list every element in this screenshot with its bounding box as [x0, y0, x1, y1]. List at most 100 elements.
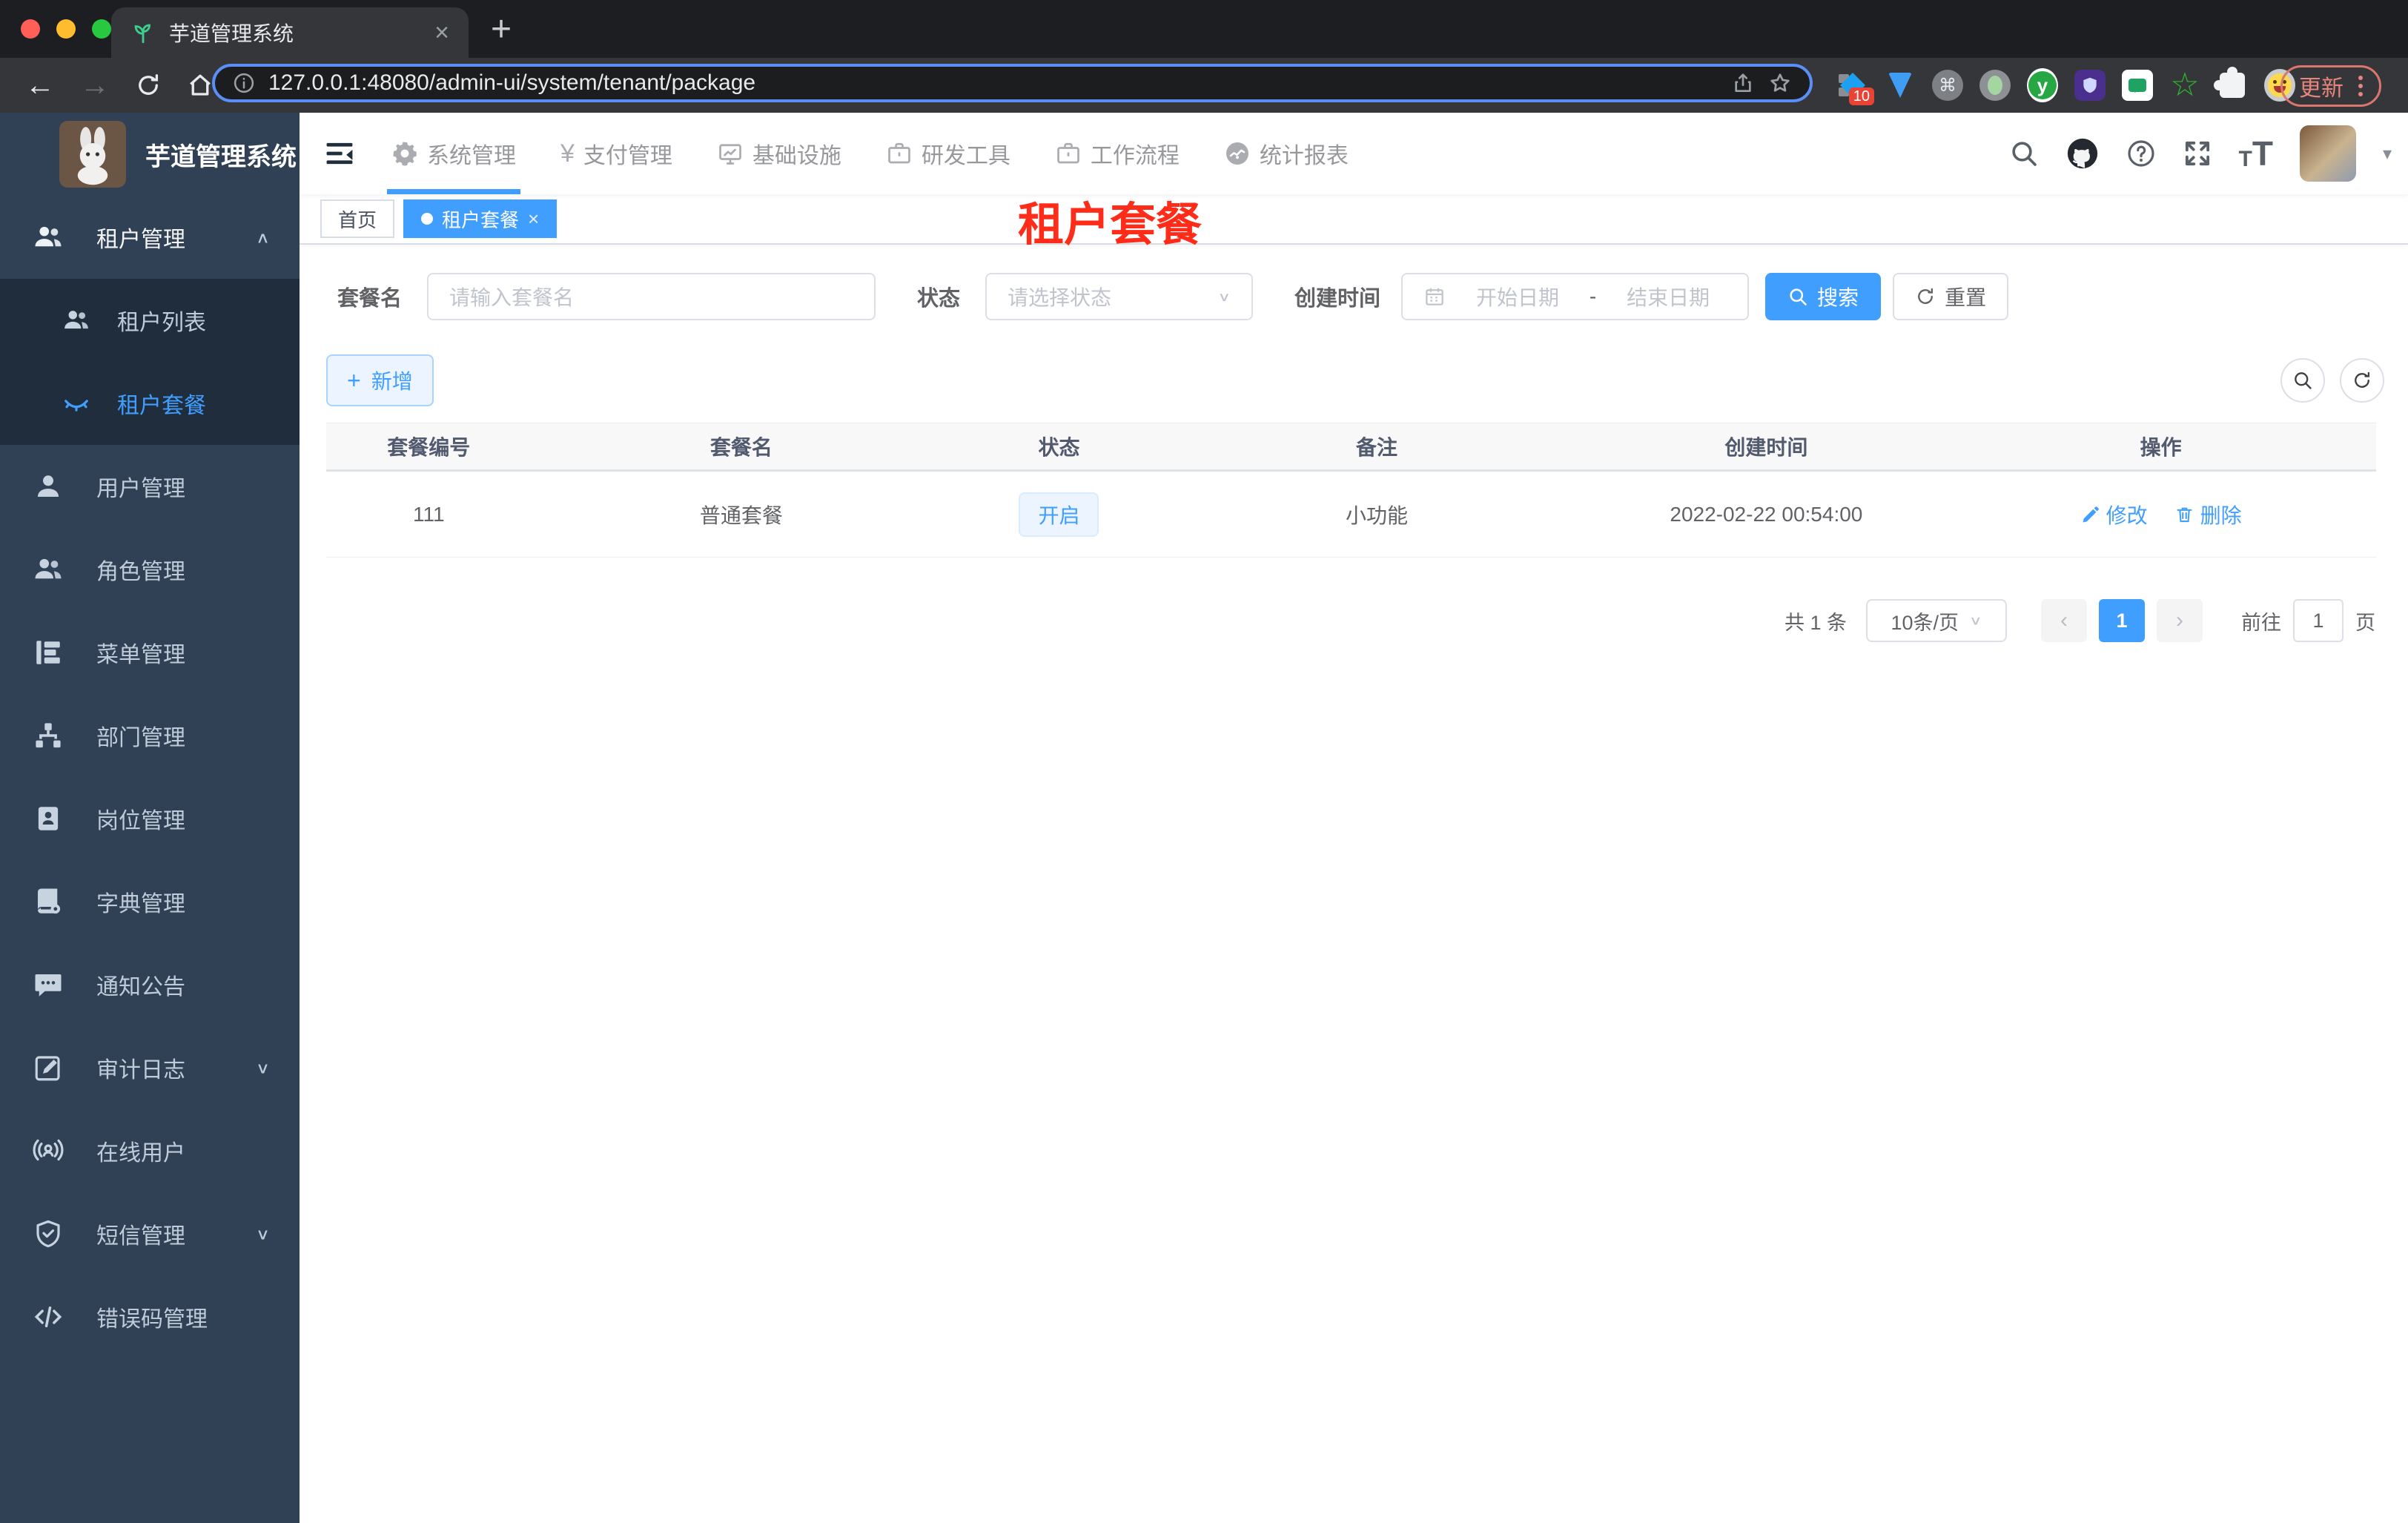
top-nav-dev-tools[interactable]: 研发工具	[886, 113, 1010, 194]
sidebar-item-error-code-management[interactable]: 错误码管理	[0, 1275, 300, 1358]
reset-button-label: 重置	[1945, 286, 1987, 309]
sidebar-item-online-users[interactable]: 在线用户	[0, 1109, 300, 1192]
page-info-icon[interactable]	[233, 72, 255, 94]
briefcase-icon	[1057, 142, 1079, 164]
top-nav: 系统管理 ¥ 支付管理 基础设施 研发工具 工作流程 统计报表	[387, 113, 1349, 194]
browser-tab[interactable]: 芋道管理系统 ×	[111, 7, 469, 58]
browser-menu-dots-icon[interactable]	[2358, 76, 2363, 96]
extension-star-icon[interactable]: ☆	[2169, 69, 2200, 102]
user-avatar[interactable]	[2299, 125, 2356, 182]
tag-home[interactable]: 首页	[320, 199, 395, 238]
sidebar-item-menu-management[interactable]: 菜单管理	[0, 611, 300, 694]
top-nav-label: 统计报表	[1259, 144, 1349, 168]
help-icon[interactable]	[2126, 139, 2156, 168]
tag-close-icon[interactable]: ×	[528, 208, 539, 231]
add-button[interactable]: + 新增	[326, 354, 434, 406]
table-tools	[2280, 358, 2384, 403]
top-nav-statistics-report[interactable]: 统计报表	[1224, 113, 1349, 194]
sidebar-item-sms-management[interactable]: 短信管理 ∨	[0, 1192, 300, 1275]
sidebar-collapse-icon[interactable]	[323, 137, 356, 170]
avatar-dropdown-caret-icon[interactable]: ▾	[2383, 143, 2392, 165]
home-button[interactable]	[187, 72, 214, 99]
edit-link[interactable]: 修改	[2080, 500, 2148, 529]
next-page-button[interactable]: ›	[2157, 599, 2203, 642]
extension-tasks-icon[interactable]: 10	[1837, 70, 1874, 105]
font-size-icon[interactable]: TT	[2239, 136, 2273, 171]
sidebar-item-tenant-management[interactable]: 租户管理 ∧	[0, 196, 300, 279]
search-icon[interactable]	[2009, 139, 2039, 168]
sidebar-item-dictionary-management[interactable]: 字典管理	[0, 860, 300, 943]
back-button[interactable]: ←	[25, 70, 55, 100]
fullscreen-icon[interactable]	[2183, 139, 2212, 168]
sidebar-item-tenant-list[interactable]: 租户列表	[0, 279, 300, 362]
top-nav-payment-management[interactable]: ¥ 支付管理	[560, 113, 672, 194]
post-badge-icon	[38, 807, 59, 830]
sidebar-item-label: 用户管理	[96, 477, 185, 501]
new-tab-button[interactable]: +	[491, 12, 512, 47]
forward-button[interactable]: →	[80, 70, 110, 100]
col-header-actions: 操作	[2140, 436, 2182, 459]
sidebar-item-post-management[interactable]: 岗位管理	[0, 777, 300, 860]
start-date-placeholder[interactable]: 开始日期	[1459, 282, 1576, 311]
status-badge: 开启	[1019, 492, 1099, 537]
share-icon[interactable]	[1731, 71, 1755, 95]
refresh-icon	[1918, 288, 1934, 304]
extension-gem-icon[interactable]	[1885, 70, 1916, 101]
pencil-icon	[2083, 506, 2099, 523]
sidebar-item-department-management[interactable]: 部门管理	[0, 694, 300, 777]
url-bar[interactable]: 127.0.0.1:48080/admin-ui/system/tenant/p…	[212, 64, 1813, 102]
prev-page-button[interactable]: ‹	[2041, 599, 2087, 642]
browser-window: 芋道管理系统 × + ← → 127.0.0.1:48080/admin-ui/…	[0, 0, 2408, 1523]
url-text[interactable]: 127.0.0.1:48080/admin-ui/system/tenant/p…	[268, 70, 1718, 96]
maximize-window-button[interactable]	[92, 19, 111, 39]
end-date-placeholder[interactable]: 结束日期	[1610, 282, 1727, 311]
show-search-button[interactable]	[2280, 358, 2325, 403]
refresh-table-button[interactable]	[2340, 358, 2384, 403]
main-panel: 系统管理 ¥ 支付管理 基础设施 研发工具 工作流程 统计报表 T T ▾ 首页…	[300, 113, 2408, 1523]
minimize-window-button[interactable]	[56, 19, 76, 39]
extension-y-icon[interactable]: y	[2027, 68, 2058, 102]
sidebar-item-notice-announcement[interactable]: 通知公告	[0, 943, 300, 1026]
extension-puzzle-icon[interactable]	[2214, 67, 2248, 101]
package-name-placeholder: 请输入套餐名	[449, 286, 575, 309]
page-unit-label: 页	[2355, 611, 2375, 634]
tenant-package-icon	[64, 400, 88, 412]
goto-page-input[interactable]: 1	[2293, 599, 2344, 642]
tag-tenant-package[interactable]: 租户套餐 ×	[403, 199, 558, 238]
package-table: 套餐编号 套餐名 状态 备注 创建时间 操作 111 普通套餐 开启 小功能 2…	[326, 423, 2376, 558]
chevron-down-icon: ∨	[255, 1224, 270, 1243]
github-icon[interactable]	[2065, 136, 2100, 171]
sidebar-item-label: 部门管理	[96, 726, 185, 750]
date-range-picker[interactable]: 开始日期 - 结束日期	[1401, 273, 1750, 320]
extension-shield-icon[interactable]	[2074, 70, 2106, 101]
reset-button[interactable]: 重置	[1893, 273, 2009, 320]
sidebar-logo-row[interactable]: 芋道管理系统	[0, 113, 300, 196]
current-page-button[interactable]: 1	[2099, 599, 2145, 642]
bookmark-star-icon[interactable]	[1768, 71, 1792, 95]
extension-command-icon[interactable]: ⌘	[1932, 70, 1963, 101]
search-button[interactable]: 搜索	[1765, 273, 1882, 320]
cell-package-id: 111	[412, 502, 445, 526]
sidebar-item-role-management[interactable]: 角色管理	[0, 528, 300, 611]
status-placeholder: 请选择状态	[1008, 286, 1112, 309]
page-size-select[interactable]: 10条/页 ∨	[1866, 599, 2007, 642]
top-nav-workflow[interactable]: 工作流程	[1055, 113, 1180, 194]
add-button-label: 新增	[371, 370, 413, 393]
sidebar-item-audit-log[interactable]: 审计日志 ∨	[0, 1026, 300, 1109]
sidebar-item-tenant-package[interactable]: 租户套餐	[0, 362, 300, 445]
extension-record-icon[interactable]	[1979, 70, 2011, 101]
top-nav-system-management[interactable]: 系统管理	[387, 113, 520, 194]
app-header: 系统管理 ¥ 支付管理 基础设施 研发工具 工作流程 统计报表 T T ▾	[300, 113, 2408, 194]
tab-close-icon[interactable]: ×	[434, 20, 449, 45]
pagination-total: 共 1 条	[1784, 611, 1847, 634]
status-select[interactable]: 请选择状态 ∨	[985, 273, 1254, 320]
package-name-input[interactable]: 请输入套餐名	[427, 273, 876, 320]
extension-chat-icon[interactable]	[2122, 70, 2153, 101]
delete-link[interactable]: 删除	[2174, 500, 2242, 529]
browser-update-button[interactable]: 更新	[2280, 65, 2381, 107]
update-label: 更新	[2299, 76, 2344, 101]
sidebar-item-user-management[interactable]: 用户管理	[0, 445, 300, 528]
close-window-button[interactable]	[21, 19, 40, 39]
top-nav-infrastructure[interactable]: 基础设施	[717, 113, 841, 194]
reload-button[interactable]	[135, 72, 162, 99]
